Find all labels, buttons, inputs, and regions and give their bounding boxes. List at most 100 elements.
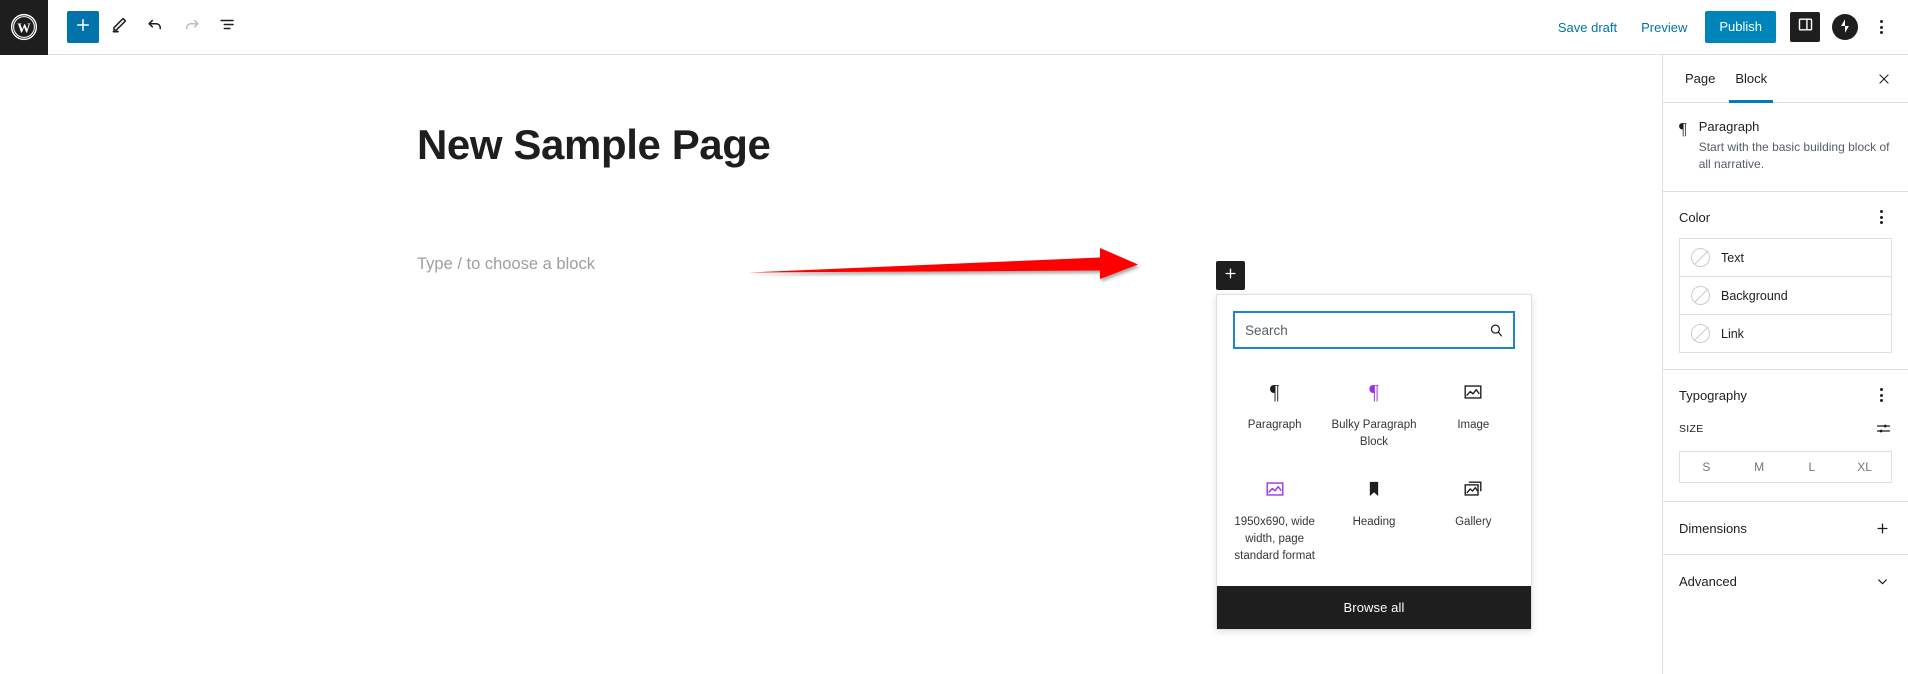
font-size-label: SIZE: [1679, 422, 1704, 435]
inserter-search-area: [1217, 295, 1531, 357]
paragraph-block-placeholder[interactable]: Type / to choose a block: [417, 255, 595, 274]
jetpack-avatar-icon: [1836, 17, 1854, 38]
preview-button[interactable]: Preview: [1629, 15, 1699, 40]
dimensions-section[interactable]: Dimensions: [1663, 501, 1908, 554]
block-item-bulky-paragraph-block[interactable]: ¶ Bulky Paragraph Block: [1324, 371, 1423, 456]
color-row-label: Text: [1721, 250, 1744, 265]
tab-block[interactable]: Block: [1725, 55, 1777, 103]
wordpress-logo-icon: W: [10, 13, 38, 41]
kebab-menu-icon: [1879, 215, 1883, 219]
color-row-background[interactable]: Background: [1680, 277, 1891, 316]
color-row-text[interactable]: Text: [1680, 239, 1891, 278]
empty-swatch-icon: [1691, 248, 1710, 268]
font-size-xl[interactable]: XL: [1838, 452, 1891, 482]
color-options-list: Text Background Link: [1679, 238, 1892, 354]
font-size-toggle-group: S M L XL: [1679, 451, 1892, 484]
kebab-menu-icon: [1879, 393, 1883, 397]
block-description: Start with the basic building block of a…: [1698, 140, 1890, 172]
redo-arrow-icon: [182, 15, 201, 39]
bookmark-heading-icon: [1364, 474, 1384, 504]
color-row-label: Link: [1721, 326, 1744, 341]
advanced-section-title: Advanced: [1679, 573, 1737, 589]
search-field-wrapper[interactable]: [1233, 311, 1515, 349]
tab-page[interactable]: Page: [1675, 55, 1725, 102]
pencil-icon: [110, 15, 129, 39]
kebab-menu-icon: [1879, 221, 1883, 225]
jetpack-avatar-button[interactable]: [1832, 14, 1858, 40]
block-item-image-pattern[interactable]: 1950x690, wide width, page standard form…: [1225, 468, 1324, 570]
gallery-icon: [1462, 474, 1484, 504]
image-icon: [1462, 377, 1484, 407]
block-inserter-popover: ¶ Paragraph ¶ Bulky Paragraph Block Imag…: [1216, 294, 1532, 631]
paragraph-pilcrow-icon: ¶: [1369, 379, 1379, 404]
sidebar-tabs: Page Block: [1663, 55, 1908, 103]
kebab-menu-icon: [1879, 210, 1883, 214]
settings-sidebar-toggle[interactable]: [1790, 12, 1820, 42]
block-item-paragraph[interactable]: ¶ Paragraph: [1225, 371, 1324, 456]
editor-top-bar: W Save draft Preview Publish: [0, 0, 1908, 55]
editor-tools-group: [48, 11, 243, 43]
inserter-plus-button[interactable]: [1216, 261, 1245, 290]
font-size-s[interactable]: S: [1680, 452, 1733, 482]
plus-icon: [1223, 266, 1238, 286]
kebab-menu-icon: [1879, 20, 1883, 23]
block-item-image[interactable]: Image: [1424, 371, 1523, 456]
redo-button[interactable]: [175, 11, 207, 43]
advanced-section[interactable]: Advanced: [1663, 554, 1908, 607]
selected-block-card: ¶ Paragraph Start with the basic buildin…: [1663, 103, 1908, 193]
plus-icon: [1872, 518, 1892, 538]
publish-button[interactable]: Publish: [1705, 11, 1776, 43]
kebab-menu-icon: [1879, 399, 1883, 403]
chevron-down-icon: [1872, 571, 1892, 591]
paragraph-pilcrow-icon: ¶: [1269, 379, 1280, 404]
paragraph-pilcrow-icon: ¶: [1679, 119, 1687, 138]
font-size-row: SIZE: [1663, 416, 1908, 443]
empty-swatch-icon: [1691, 324, 1710, 344]
settings-sliders-icon[interactable]: [1875, 420, 1892, 437]
svg-text:W: W: [17, 20, 31, 35]
close-sidebar-button[interactable]: [1870, 65, 1898, 93]
kebab-menu-icon: [1879, 388, 1883, 392]
plus-icon: [74, 16, 92, 39]
block-item-label: Image: [1457, 419, 1490, 431]
block-item-label: Paragraph: [1247, 419, 1302, 431]
undo-arrow-icon: [146, 15, 165, 39]
color-row-link[interactable]: Link: [1680, 315, 1891, 352]
top-bar-actions: Save draft Preview Publish: [1546, 11, 1908, 43]
block-type-grid: ¶ Paragraph ¶ Bulky Paragraph Block Imag…: [1217, 357, 1531, 586]
kebab-menu-icon: [1879, 31, 1883, 34]
list-view-button[interactable]: [211, 11, 243, 43]
color-section-header: Color: [1663, 192, 1908, 238]
save-draft-button[interactable]: Save draft: [1546, 15, 1629, 40]
edit-tool-button[interactable]: [103, 11, 135, 43]
page-title[interactable]: New Sample Page: [417, 121, 771, 168]
empty-swatch-icon: [1691, 286, 1710, 306]
kebab-menu-icon: [1879, 25, 1883, 29]
search-icon[interactable]: [1479, 322, 1513, 339]
color-section-title: Color: [1679, 209, 1711, 225]
settings-sidebar: Page Block ¶ Paragraph Start with the ba…: [1662, 55, 1908, 674]
typography-section-title: Typography: [1679, 387, 1747, 403]
add-block-button[interactable]: [67, 11, 99, 43]
more-options-button[interactable]: [1866, 12, 1896, 42]
typography-section-header: Typography: [1663, 370, 1908, 416]
undo-button[interactable]: [139, 11, 171, 43]
dimensions-section-title: Dimensions: [1679, 520, 1747, 536]
browse-all-button[interactable]: Browse all: [1217, 586, 1531, 630]
block-item-heading[interactable]: Heading: [1324, 468, 1423, 570]
list-view-icon: [218, 15, 237, 39]
block-item-label: Gallery: [1455, 516, 1492, 529]
font-size-l[interactable]: L: [1786, 452, 1839, 482]
block-name-label: Paragraph: [1698, 119, 1760, 134]
font-size-m[interactable]: M: [1733, 452, 1786, 482]
typography-options-button[interactable]: [1870, 384, 1892, 406]
block-item-label: Bulky Paragraph Block: [1331, 419, 1417, 448]
wordpress-logo-button[interactable]: W: [0, 0, 48, 55]
image-icon: [1264, 474, 1286, 504]
block-item-gallery[interactable]: Gallery: [1424, 468, 1523, 570]
block-item-label: Heading: [1352, 516, 1396, 529]
editor-canvas: New Sample Page Type / to choose a block: [0, 55, 1662, 674]
search-input[interactable]: [1235, 313, 1479, 347]
color-options-button[interactable]: [1870, 206, 1892, 228]
color-row-label: Background: [1721, 288, 1788, 303]
